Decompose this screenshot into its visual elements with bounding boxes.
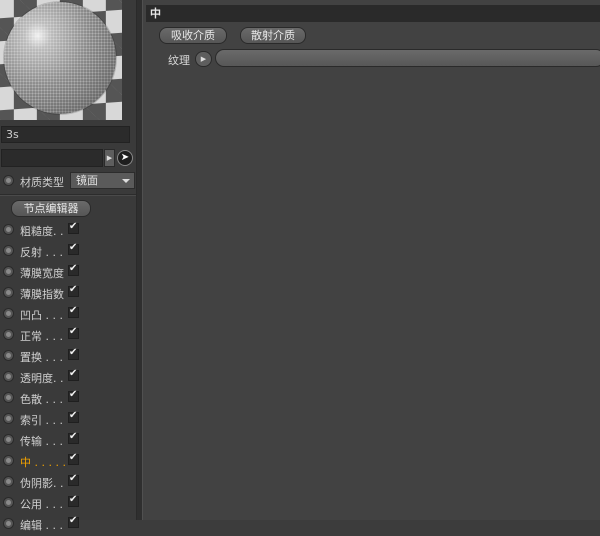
channel-label[interactable]: 中 . . . . .: [20, 454, 66, 470]
channel-enabled-checkbox[interactable]: [68, 242, 79, 255]
channel-radio[interactable]: [3, 350, 14, 361]
channel-radio[interactable]: [3, 245, 14, 256]
channel-label[interactable]: 索引 . . .: [20, 412, 63, 428]
material-type-select[interactable]: 镜面: [70, 172, 135, 189]
chevron-down-icon: [122, 179, 130, 183]
channel-enabled-checkbox[interactable]: [68, 368, 79, 381]
channel-row[interactable]: 薄膜宽度: [3, 263, 133, 284]
material-sidebar: 3s ▶ ➤ 材质类型 镜面 节点编辑器 粗糙度. . 反射 . . . 薄膜宽度薄…: [0, 0, 136, 532]
channel-label[interactable]: 透明度. .: [20, 370, 64, 386]
channel-radio[interactable]: [3, 308, 14, 319]
channel-settings-panel: 中 吸收介质 散射介质 纹理 ▶: [143, 0, 600, 520]
channel-row[interactable]: 反射 . . .: [3, 242, 133, 263]
link-field[interactable]: [1, 149, 103, 167]
channel-enabled-checkbox[interactable]: [68, 410, 79, 423]
channel-radio[interactable]: [3, 392, 14, 403]
channel-row[interactable]: 粗糙度. .: [3, 221, 133, 242]
material-type-row: 材质类型 镜面: [3, 172, 135, 190]
channel-enabled-checkbox[interactable]: [68, 452, 79, 465]
channel-row[interactable]: 传输 . . .: [3, 431, 133, 452]
channel-enabled-checkbox[interactable]: [68, 284, 79, 297]
channel-enabled-checkbox[interactable]: [68, 263, 79, 276]
channel-row[interactable]: 透明度. .: [3, 368, 133, 389]
channel-row[interactable]: 公用 . . .: [3, 494, 133, 515]
material-type-value: 镜面: [76, 174, 98, 187]
channel-enabled-checkbox[interactable]: [68, 389, 79, 402]
channel-enabled-checkbox[interactable]: [68, 473, 79, 486]
material-type-label: 材质类型: [20, 176, 64, 189]
channel-row[interactable]: 正常 . . .: [3, 326, 133, 347]
channel-radio[interactable]: [3, 497, 14, 508]
channel-row[interactable]: 索引 . . .: [3, 410, 133, 431]
channel-radio[interactable]: [3, 329, 14, 340]
link-arrow-icon[interactable]: ▶: [104, 149, 115, 167]
channel-enabled-checkbox[interactable]: [68, 221, 79, 234]
divider: [0, 194, 136, 196]
channel-label[interactable]: 编辑 . . .: [20, 517, 63, 533]
channel-enabled-checkbox[interactable]: [68, 515, 79, 528]
channel-row[interactable]: 伪阴影. .: [3, 473, 133, 494]
channel-radio[interactable]: [3, 287, 14, 298]
material-name-field[interactable]: 3s: [1, 126, 130, 143]
channel-radio[interactable]: [3, 371, 14, 382]
channel-label[interactable]: 正常 . . .: [20, 328, 63, 344]
channel-label[interactable]: 反射 . . .: [20, 244, 63, 260]
channel-row[interactable]: 置换 . . .: [3, 347, 133, 368]
channel-row[interactable]: 色散 . . .: [3, 389, 133, 410]
channel-label[interactable]: 传输 . . .: [20, 433, 63, 449]
panel-title: 中: [146, 5, 600, 22]
preview-sphere: [4, 2, 116, 114]
channel-enabled-checkbox[interactable]: [68, 431, 79, 444]
absorb-medium-button[interactable]: 吸收介质: [159, 27, 227, 44]
channel-label[interactable]: 置换 . . .: [20, 349, 63, 365]
channel-label[interactable]: 公用 . . .: [20, 496, 63, 512]
channel-radio[interactable]: [3, 434, 14, 445]
channel-enabled-checkbox[interactable]: [68, 494, 79, 507]
channel-enabled-checkbox[interactable]: [68, 305, 79, 318]
channel-label[interactable]: 薄膜指数: [20, 286, 64, 302]
channel-row[interactable]: 编辑 . . .: [3, 515, 133, 536]
channel-enabled-checkbox[interactable]: [68, 347, 79, 360]
channel-radio[interactable]: [3, 224, 14, 235]
node-editor-button[interactable]: 节点编辑器: [11, 200, 91, 217]
channel-label[interactable]: 薄膜宽度: [20, 265, 64, 281]
channel-list: 粗糙度. . 反射 . . . 薄膜宽度薄膜指数凹凸 . . . 正常 . . . 置换…: [3, 221, 133, 536]
pick-cursor-icon[interactable]: ➤: [117, 150, 133, 166]
panel-splitter[interactable]: [136, 0, 143, 520]
channel-row[interactable]: 凹凸 . . .: [3, 305, 133, 326]
channel-label[interactable]: 凹凸 . . .: [20, 307, 63, 323]
channel-radio[interactable]: [3, 455, 14, 466]
texture-expand-icon[interactable]: ▶: [195, 51, 212, 67]
texture-slot[interactable]: [215, 49, 600, 67]
scatter-medium-button[interactable]: 散射介质: [240, 27, 306, 44]
channel-radio[interactable]: [3, 266, 14, 277]
material-preview[interactable]: [0, 0, 122, 120]
channel-label[interactable]: 粗糙度. .: [20, 223, 64, 239]
channel-row[interactable]: 中 . . . . .: [3, 452, 133, 473]
channel-enabled-checkbox[interactable]: [68, 326, 79, 339]
channel-row[interactable]: 薄膜指数: [3, 284, 133, 305]
texture-label: 纹理: [168, 54, 190, 67]
channel-radio[interactable]: [3, 413, 14, 424]
material-type-radio[interactable]: [3, 175, 14, 186]
channel-label[interactable]: 色散 . . .: [20, 391, 63, 407]
channel-radio[interactable]: [3, 476, 14, 487]
channel-label[interactable]: 伪阴影. .: [20, 475, 64, 491]
